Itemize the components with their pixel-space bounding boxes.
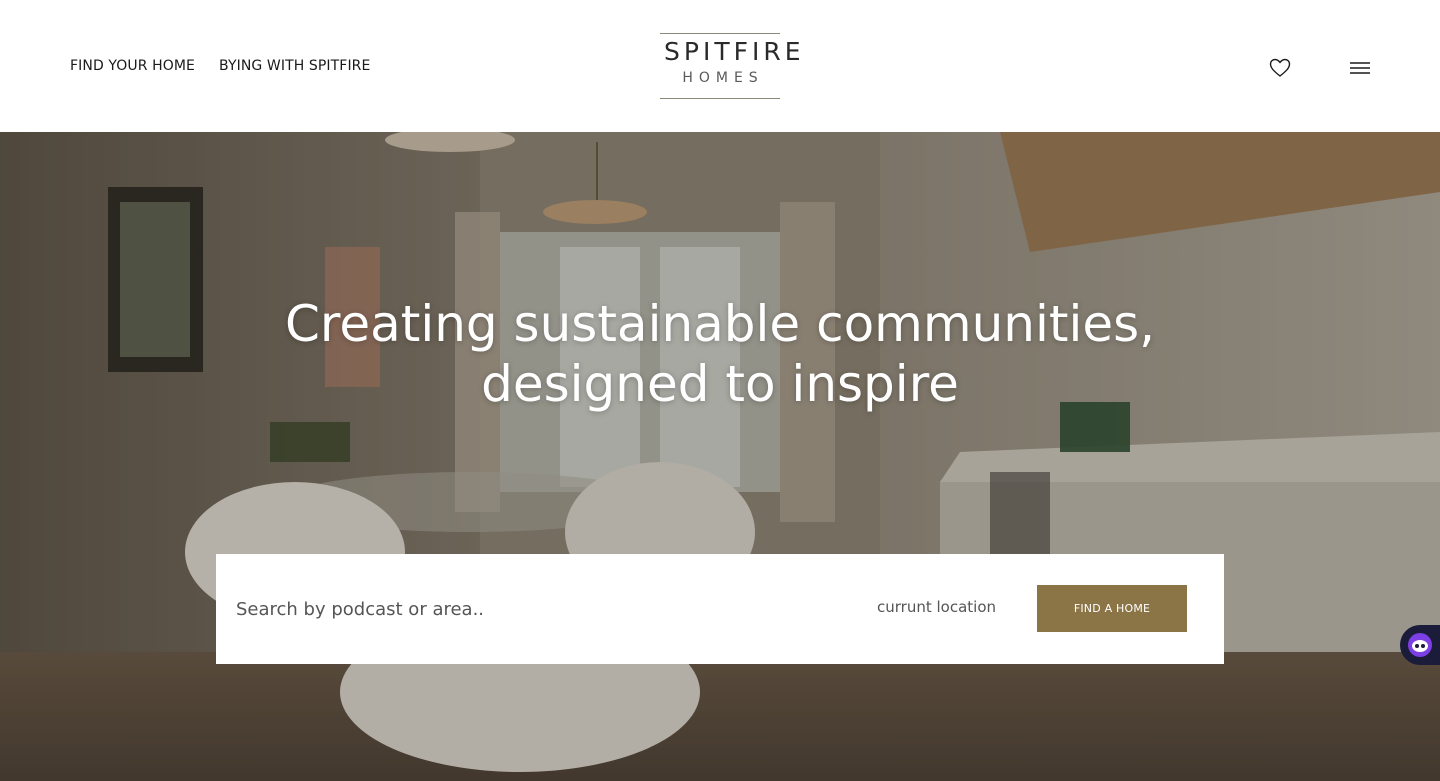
- current-location-link[interactable]: currunt location: [877, 598, 996, 616]
- menu-button[interactable]: [1348, 56, 1372, 80]
- chat-bot-icon: [1408, 633, 1432, 657]
- hamburger-menu-icon: [1350, 62, 1370, 74]
- nav-find-your-home[interactable]: FIND YOUR HOME: [70, 58, 195, 74]
- main-nav: FIND YOUR HOME BYING WITH SPITFIRE: [70, 58, 370, 74]
- logo-main-text: SPITFIRE: [664, 37, 805, 66]
- logo-sub-text: HOMES: [682, 70, 764, 86]
- search-input[interactable]: [236, 589, 796, 629]
- nav-buying-with-spitfire[interactable]: BYING WITH SPITFIRE: [219, 58, 370, 74]
- favourites-button[interactable]: [1268, 56, 1292, 80]
- heart-icon: [1269, 58, 1291, 77]
- hero-title-line-2: designed to inspire: [481, 355, 959, 413]
- site-logo[interactable]: SPITFIRE HOMES: [660, 33, 805, 99]
- hero-title: Creating sustainable communities, design…: [0, 294, 1440, 414]
- site-header: FIND YOUR HOME BYING WITH SPITFIRE SPITF…: [0, 0, 1440, 132]
- hero-overlay: [0, 132, 1440, 781]
- hero-section: Creating sustainable communities, design…: [0, 132, 1440, 781]
- hero-title-line-1: Creating sustainable communities,: [284, 295, 1156, 353]
- find-a-home-button[interactable]: FIND A HOME: [1037, 585, 1187, 632]
- chat-widget-button[interactable]: [1400, 625, 1440, 665]
- search-panel: currunt location FIND A HOME: [216, 554, 1224, 664]
